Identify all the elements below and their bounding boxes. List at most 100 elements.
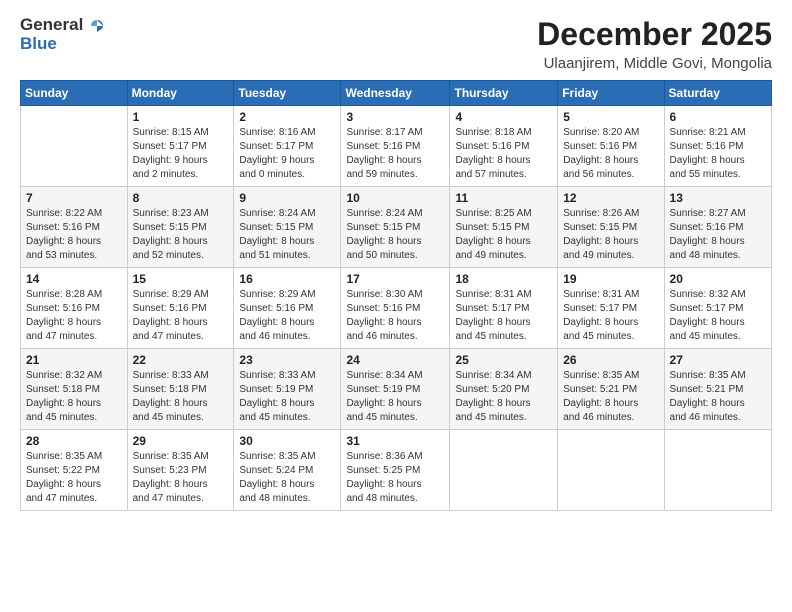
day-number: 20 — [670, 272, 766, 286]
calendar-week-3: 14 Sunrise: 8:28 AM Sunset: 5:16 PM Dayli… — [21, 268, 772, 349]
day-detail: Sunrise: 8:34 AM Sunset: 5:19 PM Dayligh… — [346, 369, 444, 425]
title-area: December 2025 Ulaanjirem, Middle Govi, M… — [537, 16, 772, 72]
weekday-header-thursday: Thursday — [450, 81, 558, 106]
calendar-cell: 14 Sunrise: 8:28 AM Sunset: 5:16 PM Dayli… — [21, 268, 128, 349]
calendar-cell — [21, 106, 128, 187]
calendar-cell: 10 Sunrise: 8:24 AM Sunset: 5:15 PM Dayli… — [341, 187, 450, 268]
calendar-cell: 17 Sunrise: 8:30 AM Sunset: 5:16 PM Dayli… — [341, 268, 450, 349]
day-number: 25 — [455, 353, 552, 367]
day-detail: Sunrise: 8:35 AM Sunset: 5:24 PM Dayligh… — [239, 450, 335, 506]
subtitle: Ulaanjirem, Middle Govi, Mongolia — [537, 55, 772, 72]
day-number: 17 — [346, 272, 444, 286]
calendar-week-2: 7Sunrise: 8:22 AM Sunset: 5:16 PM Daylig… — [21, 187, 772, 268]
day-number: 31 — [346, 434, 444, 448]
day-number: 10 — [346, 191, 444, 205]
calendar-cell: 25 Sunrise: 8:34 AM Sunset: 5:20 PM Dayli… — [450, 349, 558, 430]
calendar-cell: 19 Sunrise: 8:31 AM Sunset: 5:17 PM Dayli… — [558, 268, 664, 349]
calendar-week-4: 21 Sunrise: 8:32 AM Sunset: 5:18 PM Dayli… — [21, 349, 772, 430]
day-detail: Sunrise: 8:21 AM Sunset: 5:16 PM Dayligh… — [670, 126, 766, 182]
day-detail: Sunrise: 8:29 AM Sunset: 5:16 PM Dayligh… — [239, 288, 335, 344]
calendar-cell: 29 Sunrise: 8:35 AM Sunset: 5:23 PM Dayli… — [127, 430, 234, 511]
day-number: 23 — [239, 353, 335, 367]
calendar-cell — [450, 430, 558, 511]
calendar-cell: 11Sunrise: 8:25 AM Sunset: 5:15 PM Dayli… — [450, 187, 558, 268]
day-number: 12 — [563, 191, 658, 205]
day-detail: Sunrise: 8:33 AM Sunset: 5:18 PM Dayligh… — [133, 369, 229, 425]
page: General Blue December 2025 Ulaanjirem, M… — [0, 0, 792, 612]
day-number: 29 — [133, 434, 229, 448]
day-number: 8 — [133, 191, 229, 205]
day-number: 26 — [563, 353, 658, 367]
calendar-header: SundayMondayTuesdayWednesdayThursdayFrid… — [21, 81, 772, 106]
day-detail: Sunrise: 8:35 AM Sunset: 5:21 PM Dayligh… — [563, 369, 658, 425]
calendar-cell: 24 Sunrise: 8:34 AM Sunset: 5:19 PM Dayli… — [341, 349, 450, 430]
calendar-cell: 18 Sunrise: 8:31 AM Sunset: 5:17 PM Dayli… — [450, 268, 558, 349]
day-number: 30 — [239, 434, 335, 448]
calendar-cell: 8 Sunrise: 8:23 AM Sunset: 5:15 PM Daylig… — [127, 187, 234, 268]
calendar-cell: 5Sunrise: 8:20 AM Sunset: 5:16 PM Daylig… — [558, 106, 664, 187]
main-title: December 2025 — [537, 16, 772, 53]
day-number: 16 — [239, 272, 335, 286]
day-detail: Sunrise: 8:18 AM Sunset: 5:16 PM Dayligh… — [455, 126, 552, 182]
day-detail: Sunrise: 8:15 AM Sunset: 5:17 PM Dayligh… — [133, 126, 229, 182]
day-number: 22 — [133, 353, 229, 367]
day-detail: Sunrise: 8:30 AM Sunset: 5:16 PM Dayligh… — [346, 288, 444, 344]
calendar-cell — [664, 430, 771, 511]
day-detail: Sunrise: 8:20 AM Sunset: 5:16 PM Dayligh… — [563, 126, 658, 182]
calendar-cell: 6Sunrise: 8:21 AM Sunset: 5:16 PM Daylig… — [664, 106, 771, 187]
calendar-cell: 12Sunrise: 8:26 AM Sunset: 5:15 PM Dayli… — [558, 187, 664, 268]
day-detail: Sunrise: 8:31 AM Sunset: 5:17 PM Dayligh… — [455, 288, 552, 344]
calendar-cell: 7Sunrise: 8:22 AM Sunset: 5:16 PM Daylig… — [21, 187, 128, 268]
day-detail: Sunrise: 8:25 AM Sunset: 5:15 PM Dayligh… — [455, 207, 552, 263]
day-detail: Sunrise: 8:16 AM Sunset: 5:17 PM Dayligh… — [239, 126, 335, 182]
day-number: 7 — [26, 191, 122, 205]
day-detail: Sunrise: 8:35 AM Sunset: 5:23 PM Dayligh… — [133, 450, 229, 506]
weekday-row: SundayMondayTuesdayWednesdayThursdayFrid… — [21, 81, 772, 106]
calendar-cell: 21 Sunrise: 8:32 AM Sunset: 5:18 PM Dayli… — [21, 349, 128, 430]
weekday-header-saturday: Saturday — [664, 81, 771, 106]
calendar-cell: 9 Sunrise: 8:24 AM Sunset: 5:15 PM Daylig… — [234, 187, 341, 268]
calendar-cell: 27 Sunrise: 8:35 AM Sunset: 5:21 PM Dayli… — [664, 349, 771, 430]
calendar-cell: 30 Sunrise: 8:35 AM Sunset: 5:24 PM Dayli… — [234, 430, 341, 511]
weekday-header-friday: Friday — [558, 81, 664, 106]
calendar-cell: 16 Sunrise: 8:29 AM Sunset: 5:16 PM Dayli… — [234, 268, 341, 349]
day-detail: Sunrise: 8:17 AM Sunset: 5:16 PM Dayligh… — [346, 126, 444, 182]
calendar-cell: 15 Sunrise: 8:29 AM Sunset: 5:16 PM Dayli… — [127, 268, 234, 349]
day-number: 2 — [239, 110, 335, 124]
calendar-cell: 4Sunrise: 8:18 AM Sunset: 5:16 PM Daylig… — [450, 106, 558, 187]
day-number: 24 — [346, 353, 444, 367]
day-detail: Sunrise: 8:35 AM Sunset: 5:21 PM Dayligh… — [670, 369, 766, 425]
calendar-cell — [558, 430, 664, 511]
calendar-cell: 2 Sunrise: 8:16 AM Sunset: 5:17 PM Daylig… — [234, 106, 341, 187]
calendar-cell: 31Sunrise: 8:36 AM Sunset: 5:25 PM Dayli… — [341, 430, 450, 511]
day-detail: Sunrise: 8:27 AM Sunset: 5:16 PM Dayligh… — [670, 207, 766, 263]
calendar-cell: 20 Sunrise: 8:32 AM Sunset: 5:17 PM Dayli… — [664, 268, 771, 349]
header: General Blue December 2025 Ulaanjirem, M… — [20, 16, 772, 72]
day-detail: Sunrise: 8:33 AM Sunset: 5:19 PM Dayligh… — [239, 369, 335, 425]
day-detail: Sunrise: 8:34 AM Sunset: 5:20 PM Dayligh… — [455, 369, 552, 425]
day-number: 3 — [346, 110, 444, 124]
day-detail: Sunrise: 8:31 AM Sunset: 5:17 PM Dayligh… — [563, 288, 658, 344]
day-number: 14 — [26, 272, 122, 286]
weekday-header-monday: Monday — [127, 81, 234, 106]
day-detail: Sunrise: 8:28 AM Sunset: 5:16 PM Dayligh… — [26, 288, 122, 344]
calendar-cell: 26 Sunrise: 8:35 AM Sunset: 5:21 PM Dayli… — [558, 349, 664, 430]
day-detail: Sunrise: 8:32 AM Sunset: 5:17 PM Dayligh… — [670, 288, 766, 344]
calendar-cell: 22 Sunrise: 8:33 AM Sunset: 5:18 PM Dayli… — [127, 349, 234, 430]
calendar-table: SundayMondayTuesdayWednesdayThursdayFrid… — [20, 80, 772, 511]
day-detail: Sunrise: 8:24 AM Sunset: 5:15 PM Dayligh… — [346, 207, 444, 263]
day-number: 18 — [455, 272, 552, 286]
day-detail: Sunrise: 8:24 AM Sunset: 5:15 PM Dayligh… — [239, 207, 335, 263]
day-number: 15 — [133, 272, 229, 286]
day-detail: Sunrise: 8:32 AM Sunset: 5:18 PM Dayligh… — [26, 369, 122, 425]
day-number: 19 — [563, 272, 658, 286]
calendar-body: 1Sunrise: 8:15 AM Sunset: 5:17 PM Daylig… — [21, 106, 772, 511]
day-detail: Sunrise: 8:23 AM Sunset: 5:15 PM Dayligh… — [133, 207, 229, 263]
day-detail: Sunrise: 8:29 AM Sunset: 5:16 PM Dayligh… — [133, 288, 229, 344]
logo: General Blue — [20, 16, 105, 53]
day-number: 21 — [26, 353, 122, 367]
day-number: 9 — [239, 191, 335, 205]
weekday-header-tuesday: Tuesday — [234, 81, 341, 106]
day-number: 27 — [670, 353, 766, 367]
weekday-header-sunday: Sunday — [21, 81, 128, 106]
